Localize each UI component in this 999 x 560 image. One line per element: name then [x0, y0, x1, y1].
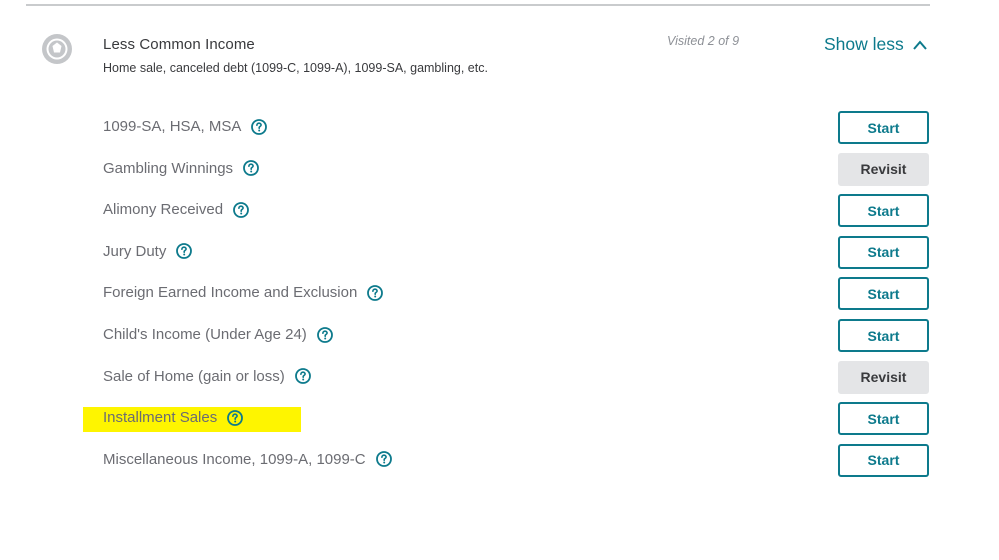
section-title: Less Common Income — [103, 36, 255, 53]
list-item: 1099-SA, HSA, MSA Start — [0, 111, 999, 145]
start-button[interactable]: Start — [838, 443, 929, 477]
show-less-label: Show less — [824, 34, 904, 54]
visited-progress: Visited 2 of 9 — [667, 34, 740, 48]
settings-circle-icon — [41, 33, 73, 65]
section-subtitle: Home sale, canceled debt (1099-C, 1099-A… — [103, 61, 488, 75]
help-question-icon[interactable] — [375, 451, 392, 468]
chevron-up-icon — [913, 39, 927, 50]
start-button[interactable]: Start — [838, 111, 929, 144]
list-item-label-wrap: Sale of Home (gain or loss) — [103, 368, 311, 385]
top-divider — [26, 4, 930, 6]
list-item-label-wrap: Gambling Winnings — [103, 160, 259, 177]
help-question-icon[interactable] — [227, 409, 244, 426]
list-item-label: Installment Sales — [103, 409, 218, 427]
help-question-icon[interactable] — [367, 284, 384, 301]
list-item-label: Child's Income (Under Age 24) — [103, 326, 307, 343]
help-question-icon[interactable] — [251, 118, 268, 135]
help-question-icon[interactable] — [294, 368, 311, 384]
list-item-label: Miscellaneous Income, 1099-A, 1099-C — [103, 450, 366, 468]
list-item: Installment Sales Start — [0, 402, 999, 436]
list-item-label-wrap: Alimony Received — [103, 201, 249, 218]
list-item: Gambling Winnings Revisit — [0, 152, 999, 187]
help-question-icon[interactable] — [176, 243, 193, 260]
list-item: Jury Duty Start — [0, 235, 999, 270]
list-item-label: Gambling Winnings — [103, 159, 234, 177]
list-item-label-wrap: 1099-SA, HSA, MSA — [103, 118, 268, 135]
help-question-icon[interactable] — [233, 201, 249, 218]
start-button[interactable]: Start — [838, 319, 929, 352]
list-item: Child's Income (Under Age 24) Start — [0, 319, 999, 353]
list-item-label-wrap: Jury Duty — [103, 242, 193, 260]
show-less-toggle[interactable]: Show less — [824, 34, 928, 55]
list-item-label: Alimony Received — [103, 201, 224, 219]
start-button[interactable]: Start — [838, 235, 929, 269]
list-item-label-wrap: Miscellaneous Income, 1099-A, 1099-C — [103, 451, 392, 468]
list-item-label: 1099-SA, HSA, MSA — [103, 118, 242, 135]
list-item: Alimony Received Start — [0, 194, 999, 228]
list-item-label: Foreign Earned Income and Exclusion — [103, 284, 358, 302]
list-item-label-wrap: Installment Sales — [103, 409, 244, 427]
list-item: Miscellaneous Income, 1099-A, 1099-C Star… — [0, 443, 999, 478]
list-item-label-wrap: Foreign Earned Income and Exclusion — [103, 284, 384, 302]
start-button[interactable]: Start — [838, 277, 929, 311]
list-item: Foreign Earned Income and Exclusion Start — [0, 277, 999, 311]
help-question-icon[interactable] — [243, 160, 259, 176]
revisit-button[interactable]: Revisit — [838, 152, 929, 186]
start-button[interactable]: Start — [838, 194, 929, 228]
list-item-label: Sale of Home (gain or loss) — [103, 367, 285, 385]
revisit-button[interactable]: Revisit — [838, 360, 929, 394]
list-item: Sale of Home (gain or loss) Revisit — [0, 360, 999, 395]
start-button[interactable]: Start — [838, 402, 929, 436]
list-item-label: Jury Duty — [103, 242, 167, 260]
help-question-icon[interactable] — [316, 326, 333, 343]
list-item-label-wrap: Child's Income (Under Age 24) — [103, 326, 333, 343]
